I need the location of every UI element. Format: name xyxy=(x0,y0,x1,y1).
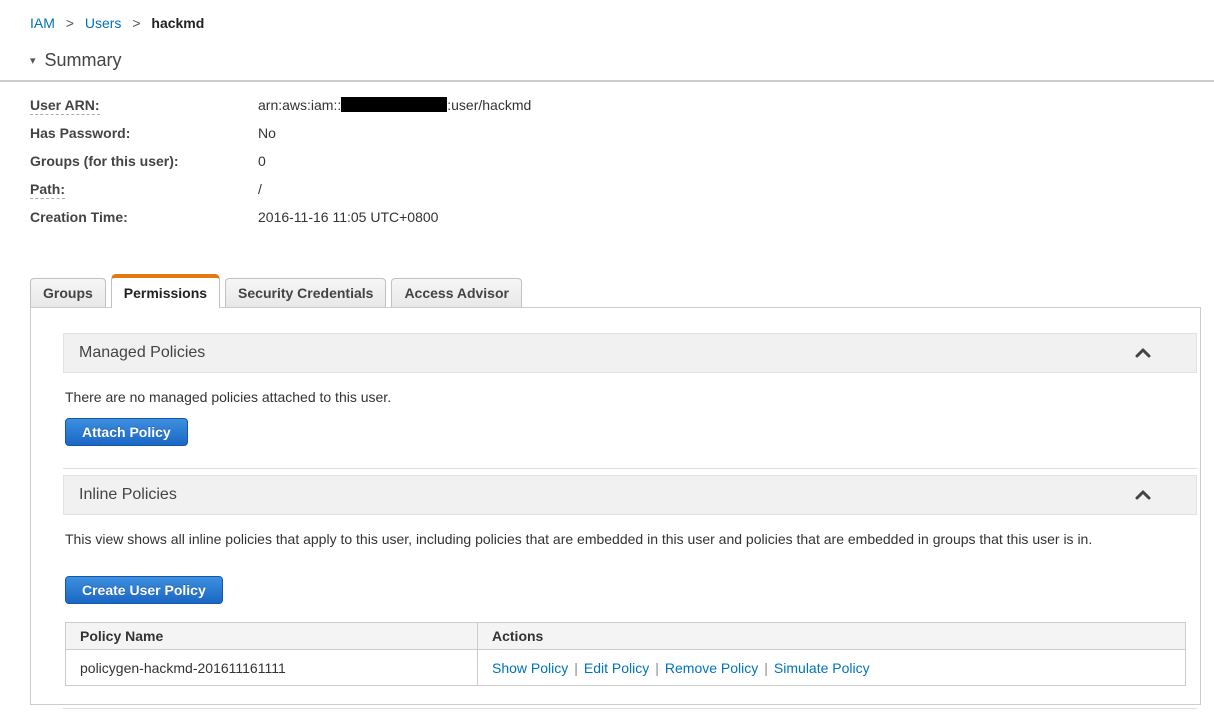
inline-policies-title: Inline Policies xyxy=(79,486,177,503)
tab-bar: Groups Permissions Security Credentials … xyxy=(30,274,1214,308)
policy-actions-cell: Show Policy | Edit Policy | Remove Policy | Si… xyxy=(477,649,1186,686)
inline-policies-section: Inline Policies This view shows all inli… xyxy=(63,475,1197,709)
breadcrumb-separator: > xyxy=(65,15,74,31)
action-separator: | xyxy=(574,659,578,676)
path-value: / xyxy=(258,181,262,197)
groups-count-value: 0 xyxy=(258,153,266,169)
breadcrumb-link-iam[interactable]: IAM xyxy=(30,15,55,31)
managed-policies-empty-text: There are no managed policies attached t… xyxy=(65,389,392,405)
column-header-actions: Actions xyxy=(477,622,1186,650)
inline-policies-description: This view shows all inline policies that… xyxy=(65,531,1093,547)
action-separator: | xyxy=(764,659,768,676)
managed-policies-section: Managed Policies There are no managed po… xyxy=(63,333,1197,469)
tab-security-credentials[interactable]: Security Credentials xyxy=(225,278,387,307)
field-label: Creation Time: xyxy=(30,209,128,225)
arn-prefix: arn:aws:iam:: xyxy=(258,97,342,113)
managed-policies-body: There are no managed policies attached t… xyxy=(63,373,1197,446)
field-label: Path: xyxy=(30,181,65,199)
collapse-triangle-icon[interactable]: ▾ xyxy=(30,54,36,67)
arn-suffix: :user/hackmd xyxy=(447,97,532,113)
tab-groups[interactable]: Groups xyxy=(30,278,106,307)
field-label: Groups (for this user): xyxy=(30,153,179,169)
show-policy-link[interactable]: Show Policy xyxy=(492,660,568,676)
edit-policy-link[interactable]: Edit Policy xyxy=(584,660,649,676)
inline-policies-header[interactable]: Inline Policies xyxy=(63,475,1197,515)
field-row-creation-time: Creation Time: 2016-11-16 11:05 UTC+0800 xyxy=(30,209,1214,237)
field-row-groups: Groups (for this user): 0 xyxy=(30,153,1214,181)
summary-header[interactable]: ▾ Summary xyxy=(30,50,1214,71)
breadcrumb-current-user: hackmd xyxy=(151,15,205,31)
field-label: Has Password: xyxy=(30,125,131,141)
user-arn-value: arn:aws:iam:::user/hackmd xyxy=(258,97,531,113)
field-row-user-arn: User ARN: arn:aws:iam:::user/hackmd xyxy=(30,97,1214,125)
tab-access-advisor[interactable]: Access Advisor xyxy=(391,278,522,307)
table-row: policygen-hackmd-201611161111 Show Polic… xyxy=(65,649,1186,686)
field-label: User ARN: xyxy=(30,97,100,115)
policy-name-cell: policygen-hackmd-201611161111 xyxy=(65,649,478,686)
breadcrumb-link-users[interactable]: Users xyxy=(85,15,122,31)
field-row-path: Path: / xyxy=(30,181,1214,209)
create-user-policy-button[interactable]: Create User Policy xyxy=(65,576,223,604)
simulate-policy-link[interactable]: Simulate Policy xyxy=(774,660,870,676)
column-header-policy-name: Policy Name xyxy=(65,622,478,650)
summary-fields: User ARN: arn:aws:iam:::user/hackmd Has … xyxy=(30,97,1214,237)
remove-policy-link[interactable]: Remove Policy xyxy=(665,660,758,676)
table-header-row: Policy Name Actions xyxy=(65,622,1186,650)
chevron-up-icon[interactable] xyxy=(1135,490,1151,500)
attach-policy-button[interactable]: Attach Policy xyxy=(65,418,188,446)
creation-time-value: 2016-11-16 11:05 UTC+0800 xyxy=(258,209,439,225)
managed-policies-title: Managed Policies xyxy=(79,344,206,361)
tab-permissions[interactable]: Permissions xyxy=(110,274,221,308)
managed-policies-header[interactable]: Managed Policies xyxy=(63,333,1197,373)
inline-policies-body: This view shows all inline policies that… xyxy=(63,515,1197,686)
inline-policies-table: Policy Name Actions policygen-hackmd-201… xyxy=(65,622,1186,686)
summary-title: Summary xyxy=(44,50,122,70)
has-password-value: No xyxy=(258,125,276,141)
breadcrumb: IAM > Users > hackmd xyxy=(30,15,1214,31)
breadcrumb-separator: > xyxy=(132,15,141,31)
redacted-account-id xyxy=(341,97,448,112)
chevron-up-icon[interactable] xyxy=(1135,348,1151,358)
action-separator: | xyxy=(655,659,659,676)
permissions-tab-panel: Managed Policies There are no managed po… xyxy=(30,307,1201,709)
summary-divider xyxy=(0,80,1214,82)
field-row-has-password: Has Password: No xyxy=(30,125,1214,153)
